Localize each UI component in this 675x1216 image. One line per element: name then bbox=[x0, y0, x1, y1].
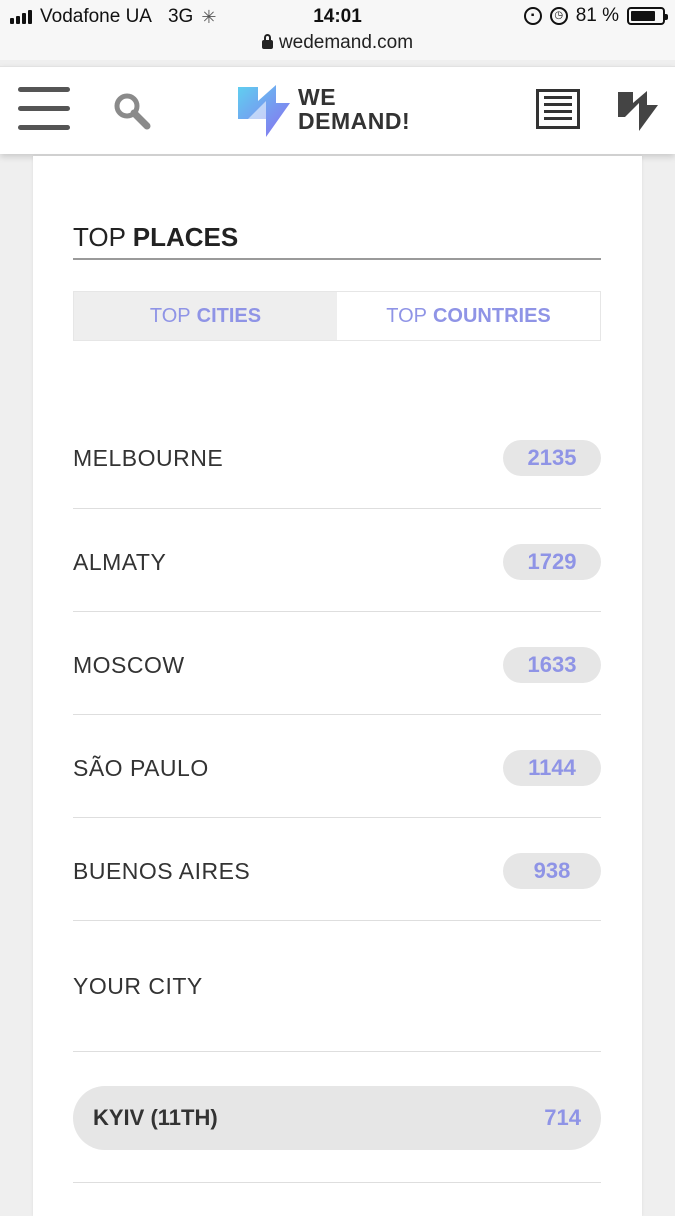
count-badge: 1729 bbox=[503, 544, 601, 580]
logo-line-2: DEMAND! bbox=[298, 108, 411, 134]
news-button[interactable] bbox=[536, 89, 580, 129]
rotation-lock-icon: ▪ bbox=[523, 7, 542, 25]
city-name: SÃO PAULO bbox=[73, 754, 209, 781]
menu-line bbox=[18, 87, 70, 92]
your-city-name: KYIV (11TH) bbox=[93, 1105, 218, 1130]
tab-label: COUNTRIES bbox=[432, 304, 551, 327]
tab-top-countries[interactable]: TOP COUNTRIES bbox=[337, 292, 600, 340]
title-bold: PLACES bbox=[132, 222, 239, 252]
tab-prefix: TOP bbox=[386, 304, 427, 327]
status-right: ▪ ◷ 81 % bbox=[523, 5, 668, 27]
divider bbox=[73, 1182, 601, 1183]
city-name: MOSCOW bbox=[73, 651, 185, 678]
list-item: ALMATY 1729 bbox=[73, 509, 601, 612]
count-badge: 2135 bbox=[503, 440, 601, 476]
site-logo[interactable]: WE DEMAND! bbox=[236, 83, 426, 139]
tab-top-cities[interactable]: TOP CITIES bbox=[74, 292, 337, 340]
battery-fill bbox=[631, 11, 656, 21]
menu-button[interactable] bbox=[18, 87, 70, 133]
list-item: SÃO PAULO 1144 bbox=[73, 715, 601, 818]
city-name: MELBOURNE bbox=[73, 444, 224, 471]
brand-mark-icon bbox=[618, 91, 658, 131]
search-icon bbox=[114, 93, 151, 130]
section-title: TOP PLACES bbox=[73, 222, 601, 260]
menu-line bbox=[18, 125, 70, 130]
logo-mark-icon bbox=[238, 85, 290, 137]
logo-line-1: WE bbox=[298, 84, 337, 110]
tab-prefix: TOP bbox=[149, 304, 191, 327]
city-name: BUENOS AIRES bbox=[73, 857, 251, 884]
list-item: BUENOS AIRES 938 bbox=[73, 818, 601, 921]
news-icon-line bbox=[544, 103, 572, 106]
battery-percent: 81 % bbox=[575, 5, 619, 26]
your-city-row: KYIV (11TH) 714 bbox=[73, 1086, 601, 1150]
places-tabs: TOP CITIES TOP COUNTRIES bbox=[73, 291, 601, 341]
brand-mark-button[interactable] bbox=[616, 89, 660, 133]
count-badge: 938 bbox=[503, 853, 601, 889]
title-light: TOP bbox=[73, 222, 126, 252]
your-city-heading: YOUR CITY bbox=[73, 920, 601, 1052]
logo-text: WE DEMAND! bbox=[298, 85, 410, 133]
url-text: wedemand.com bbox=[278, 32, 414, 53]
alarm-icon: ◷ bbox=[549, 7, 568, 25]
city-name: ALMATY bbox=[73, 548, 167, 575]
count-badge: 1633 bbox=[503, 647, 601, 683]
list-item: MOSCOW 1633 bbox=[73, 612, 601, 715]
your-city-count: 714 bbox=[544, 1105, 581, 1130]
tab-label: CITIES bbox=[196, 304, 262, 327]
menu-line bbox=[18, 106, 70, 111]
status-bar: Vodafone UA 3G ✳ 14:01 ▪ ◷ 81 % bbox=[0, 0, 675, 34]
url-bar[interactable]: wedemand.com bbox=[0, 32, 675, 60]
list-item: MELBOURNE 2135 bbox=[73, 404, 601, 509]
news-icon-line bbox=[544, 96, 572, 99]
news-icon-line bbox=[544, 117, 572, 120]
search-button[interactable] bbox=[112, 91, 152, 131]
lock-icon bbox=[261, 34, 273, 49]
city-ranking-list: MELBOURNE 2135 ALMATY 1729 MOSCOW 1633 S… bbox=[73, 404, 601, 921]
count-badge: 1144 bbox=[503, 750, 601, 786]
battery-icon bbox=[627, 7, 668, 25]
news-icon-line bbox=[544, 110, 572, 113]
site-header: WE DEMAND! bbox=[0, 66, 675, 154]
top-places-card: TOP PLACES TOP CITIES TOP COUNTRIES MELB… bbox=[33, 156, 642, 1216]
